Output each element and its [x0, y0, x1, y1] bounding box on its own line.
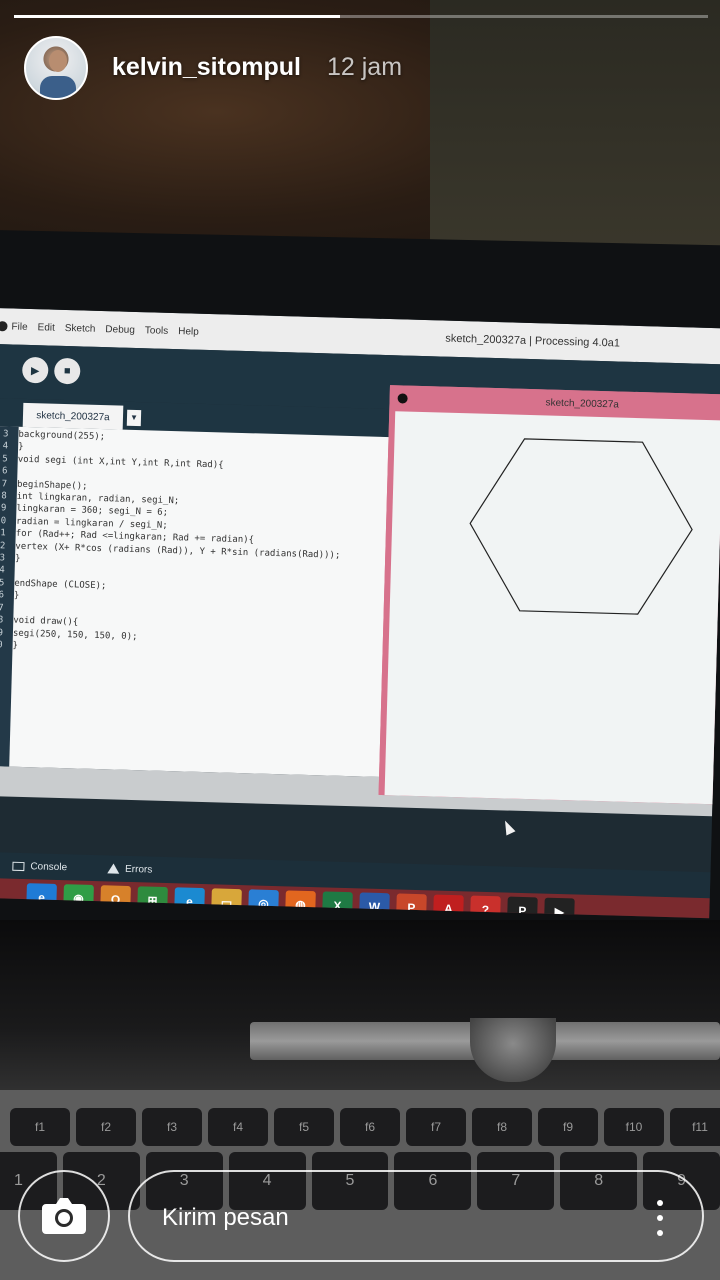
line-number: 16 — [0, 590, 5, 601]
menu-tools[interactable]: Tools — [145, 325, 169, 337]
line-number: 12 — [0, 540, 6, 552]
key: f11 — [670, 1108, 720, 1146]
menu-debug[interactable]: Debug — [105, 324, 135, 336]
wall-right — [430, 0, 720, 270]
run-button[interactable]: ▶ — [21, 356, 49, 384]
stop-icon: ■ — [63, 364, 71, 378]
code-line-text: background(255); — [18, 429, 106, 443]
avatar-body — [40, 76, 76, 98]
menu-file[interactable]: File — [11, 321, 27, 332]
more-options-icon[interactable] — [650, 1200, 670, 1236]
code-line-text: endShape (CLOSE); — [14, 578, 107, 592]
tab-sketch[interactable]: sketch_200327a — [22, 402, 124, 430]
line-number: 11 — [0, 528, 6, 539]
play-icon: ▶ — [30, 364, 40, 377]
username[interactable]: kelvin_sitompul — [112, 53, 301, 82]
console-icon — [12, 861, 25, 871]
avatar-head — [49, 50, 67, 72]
key: f7 — [406, 1108, 466, 1146]
warning-icon — [106, 863, 120, 874]
errors-label: Errors — [124, 863, 153, 876]
code-line-text: } — [12, 640, 19, 651]
line-number: 9 — [0, 503, 7, 514]
function-key-row: f1 f2 f3 f4 f5 f6 f7 f8 f9 f10 f11 — [10, 1108, 720, 1146]
line-number: 8 — [1, 491, 7, 502]
line-number: 13 — [0, 553, 6, 564]
key: f10 — [604, 1108, 664, 1146]
camera-button[interactable] — [18, 1170, 110, 1262]
line-number: 4 — [2, 441, 9, 452]
menu-sketch[interactable]: Sketch — [65, 322, 96, 334]
line-number: 14 — [0, 565, 5, 576]
line-number: 3 — [2, 429, 9, 440]
errors-tab[interactable]: Errors — [106, 863, 153, 876]
key: f4 — [208, 1108, 268, 1146]
sketch-logo-icon — [397, 393, 408, 404]
tab-menu-arrow-icon[interactable]: ▼ — [126, 409, 142, 427]
menu-help[interactable]: Help — [178, 326, 199, 338]
hexagon-drawing — [469, 438, 693, 615]
line-number: 6 — [1, 466, 8, 477]
key: f9 — [538, 1108, 598, 1146]
stop-button[interactable]: ■ — [53, 357, 81, 385]
avatar[interactable] — [24, 36, 88, 100]
sketch-title: sketch_200327a — [545, 396, 620, 410]
message-input[interactable]: Kirim pesan — [128, 1170, 704, 1262]
key: f3 — [142, 1108, 202, 1146]
line-number: 7 — [1, 478, 8, 490]
hexagon-shape — [469, 438, 693, 615]
key: f1 — [10, 1108, 70, 1146]
line-number: 17 — [0, 602, 4, 614]
story-progress-bar — [14, 15, 708, 18]
line-number: 10 — [0, 515, 7, 527]
key: f6 — [340, 1108, 400, 1146]
key: f5 — [274, 1108, 334, 1146]
story-photo: File Edit Sketch Debug Tools Help sketch… — [0, 0, 720, 1280]
reply-bar: Kirim pesan — [0, 1160, 720, 1280]
code-text: 3 background(255); 4} 5 void segi (int X,int… — [0, 428, 410, 663]
line-number: 19 — [0, 627, 4, 638]
line-number: 5 — [2, 454, 8, 465]
message-placeholder: Kirim pesan — [162, 1204, 289, 1231]
line-number: 15 — [0, 577, 5, 589]
sketch-canvas — [384, 411, 720, 805]
code-line-text: } — [17, 442, 24, 453]
window-title: sketch_200327a | Processing 4.0a1 — [445, 332, 621, 350]
console-label: Console — [30, 860, 68, 873]
line-number: 18 — [0, 615, 4, 626]
story-progress-fill — [14, 15, 341, 18]
menu-edit[interactable]: Edit — [37, 322, 55, 333]
post-time: 12 jam — [327, 53, 403, 81]
code-line-text: } — [13, 590, 20, 602]
key: f8 — [472, 1108, 532, 1146]
laptop-screen: File Edit Sketch Debug Tools Help sketch… — [0, 308, 720, 919]
key: f2 — [76, 1108, 136, 1146]
sketch-window: sketch_200327a — [378, 385, 720, 805]
code-line-text: } — [14, 553, 21, 564]
camera-icon — [42, 1198, 86, 1234]
processing-logo-icon — [0, 321, 8, 332]
console-tab[interactable]: Console — [12, 860, 67, 873]
